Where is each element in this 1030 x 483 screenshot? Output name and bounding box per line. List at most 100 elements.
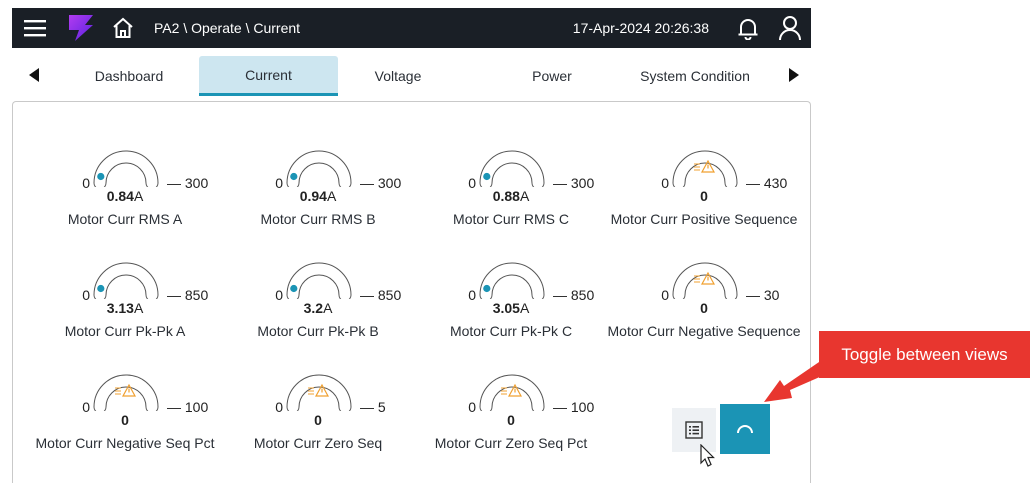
tab-current[interactable]: Current bbox=[199, 56, 338, 96]
app: PA2 \ Operate \ Current 17-Apr-2024 20:2… bbox=[0, 0, 1030, 483]
gauge-name: Motor Curr RMS B bbox=[260, 211, 376, 227]
gauge-name: Motor Curr RMS A bbox=[67, 211, 183, 227]
tab-power[interactable]: Power bbox=[508, 56, 596, 96]
tabs-scroll-left-button[interactable] bbox=[22, 62, 46, 88]
gauge-value-number: 0 bbox=[314, 412, 322, 428]
tab-label: Dashboard bbox=[94, 68, 164, 84]
logo-icon bbox=[69, 15, 93, 41]
gauge-name: Motor Curr Zero Seq bbox=[253, 435, 383, 451]
tab-system-condition[interactable]: System Condition bbox=[622, 56, 768, 96]
gauge-value: 0.94A bbox=[263, 188, 373, 204]
brand-logo[interactable] bbox=[58, 8, 104, 48]
caret-right-icon bbox=[789, 68, 799, 82]
gauge-motor-curr-rms-b[interactable]: 0— 300 0.94A Motor Curr RMS B bbox=[223, 131, 413, 235]
tab-label: System Condition bbox=[640, 68, 750, 84]
tab-label: Power bbox=[532, 68, 572, 84]
gauge-motor-curr-rms-c[interactable]: 0— 300 0.88A Motor Curr RMS C bbox=[416, 131, 606, 235]
gauge-value-unit: A bbox=[133, 188, 144, 204]
gauge-value: 3.13A bbox=[70, 300, 180, 316]
home-button[interactable] bbox=[104, 8, 142, 48]
tabs-scroll-right-button[interactable] bbox=[782, 62, 806, 88]
gauge-value-number: 0.84 bbox=[106, 188, 134, 204]
tab-bar: Dashboard Current Voltage Power System C… bbox=[12, 52, 811, 98]
gauge-value-unit: A bbox=[519, 300, 530, 316]
notifications-button[interactable] bbox=[727, 8, 769, 48]
gauge-value-number: 0.88 bbox=[492, 188, 520, 204]
gauge-arc bbox=[93, 374, 159, 411]
gauge-arc bbox=[479, 374, 545, 411]
gauge-value-number: 3.05 bbox=[492, 300, 520, 316]
callout-toggle-views: Toggle between views bbox=[819, 331, 1030, 378]
gauge-arc bbox=[672, 150, 738, 187]
callout-text: Toggle between views bbox=[841, 344, 1008, 364]
tab-voltage[interactable]: Voltage bbox=[352, 56, 444, 96]
gauge-value-number: 0 bbox=[121, 412, 129, 428]
gauge-value: 0 bbox=[263, 412, 373, 428]
gauge-name: Motor Curr Positive Sequence bbox=[610, 211, 798, 227]
callout-arrow bbox=[764, 360, 822, 402]
gauge-value-number: 0 bbox=[507, 412, 515, 428]
gauge-value-unit: A bbox=[323, 300, 333, 316]
gauge-value: 0.88A bbox=[456, 188, 566, 204]
gauge-arc bbox=[479, 150, 545, 187]
gauge-name: Motor Curr Zero Seq Pct bbox=[434, 435, 588, 451]
gauge-motor-curr-negative-seq-pct[interactable]: 0— 100 0 Motor Curr Negative Seq Pct bbox=[30, 355, 220, 459]
gauge-arc bbox=[672, 262, 738, 299]
gauge-indicator bbox=[483, 172, 491, 181]
gauge-motor-curr-rms-a[interactable]: 0— 300 0.84A Motor Curr RMS A bbox=[30, 131, 220, 235]
gauge-value-number: 0 bbox=[700, 188, 708, 204]
gauge-name: Motor Curr Negative Sequence bbox=[607, 323, 801, 339]
gauge-value-number: 3.13 bbox=[106, 300, 134, 316]
gauge-motor-curr-pk-pk-b[interactable]: 0— 850 3.2A Motor Curr Pk-Pk B bbox=[223, 243, 413, 347]
tab-label: Voltage bbox=[374, 68, 422, 84]
gauge-value: 0 bbox=[649, 188, 759, 204]
gauge-value: 3.05A bbox=[456, 300, 566, 316]
gauge-indicator bbox=[483, 284, 491, 293]
gauge-view-button[interactable] bbox=[720, 404, 770, 454]
gauge-value-unit: A bbox=[326, 188, 337, 204]
hamburger-icon bbox=[24, 20, 46, 37]
datetime-display: 17-Apr-2024 20:26:38 bbox=[572, 20, 709, 36]
gauge-icon bbox=[737, 425, 753, 434]
gauge-value-number: 0 bbox=[700, 300, 708, 316]
gauge-panel: 0— 300 0.84A Motor Curr RMS A 0— 300 0.94A Mo… bbox=[12, 101, 811, 483]
gauge-value-number: 0.94 bbox=[299, 188, 327, 204]
gauge-name: Motor Curr Negative Seq Pct bbox=[35, 435, 215, 451]
gauge-arc bbox=[286, 150, 352, 187]
list-icon bbox=[685, 421, 703, 439]
gauge-value: 0 bbox=[649, 300, 759, 316]
gauge-motor-curr-pk-pk-a[interactable]: 0— 850 3.13A Motor Curr Pk-Pk A bbox=[30, 243, 220, 347]
gauge-arc bbox=[479, 262, 545, 299]
gauge-motor-curr-positive-sequence[interactable]: 0— 430 0 Motor Curr Positive Sequence bbox=[609, 131, 799, 235]
gauge-value-unit: A bbox=[133, 300, 144, 316]
gauge-value: 3.2A bbox=[263, 300, 373, 316]
gauge-indicator bbox=[290, 172, 298, 181]
gauge-value: 0 bbox=[70, 412, 180, 428]
gauge-value: 0 bbox=[456, 412, 566, 428]
gauge-name: Motor Curr Pk-Pk C bbox=[449, 323, 573, 339]
gauge-motor-curr-zero-seq[interactable]: 0— 5 0 Motor Curr Zero Seq bbox=[223, 355, 413, 459]
gauge-value: 0.84A bbox=[70, 188, 180, 204]
gauge-name: Motor Curr Pk-Pk A bbox=[64, 323, 186, 339]
gauge-arc bbox=[93, 150, 159, 187]
gauge-indicator bbox=[290, 284, 298, 293]
top-bar: PA2 \ Operate \ Current 17-Apr-2024 20:2… bbox=[12, 8, 811, 48]
gauge-indicator bbox=[97, 284, 105, 293]
gauge-value-number: 3.2 bbox=[303, 300, 324, 316]
menu-button[interactable] bbox=[12, 8, 58, 48]
user-button[interactable] bbox=[769, 8, 811, 48]
gauge-indicator bbox=[97, 172, 105, 181]
bell-icon bbox=[738, 19, 758, 40]
tab-label: Current bbox=[245, 66, 292, 83]
gauge-value-unit: A bbox=[519, 188, 530, 204]
gauge-motor-curr-pk-pk-c[interactable]: 0— 850 3.05A Motor Curr Pk-Pk C bbox=[416, 243, 606, 347]
gauge-arc bbox=[93, 262, 159, 299]
gauge-motor-curr-negative-sequence[interactable]: 0— 30 0 Motor Curr Negative Sequence bbox=[608, 243, 801, 347]
gauge-motor-curr-zero-seq-pct[interactable]: 0— 100 0 Motor Curr Zero Seq Pct bbox=[416, 355, 606, 459]
home-icon bbox=[113, 17, 133, 38]
gauge-name: Motor Curr Pk-Pk B bbox=[257, 323, 379, 339]
user-icon bbox=[779, 16, 801, 41]
tab-dashboard[interactable]: Dashboard bbox=[66, 56, 192, 96]
gauge-arc bbox=[286, 262, 352, 299]
caret-left-icon bbox=[29, 68, 39, 82]
